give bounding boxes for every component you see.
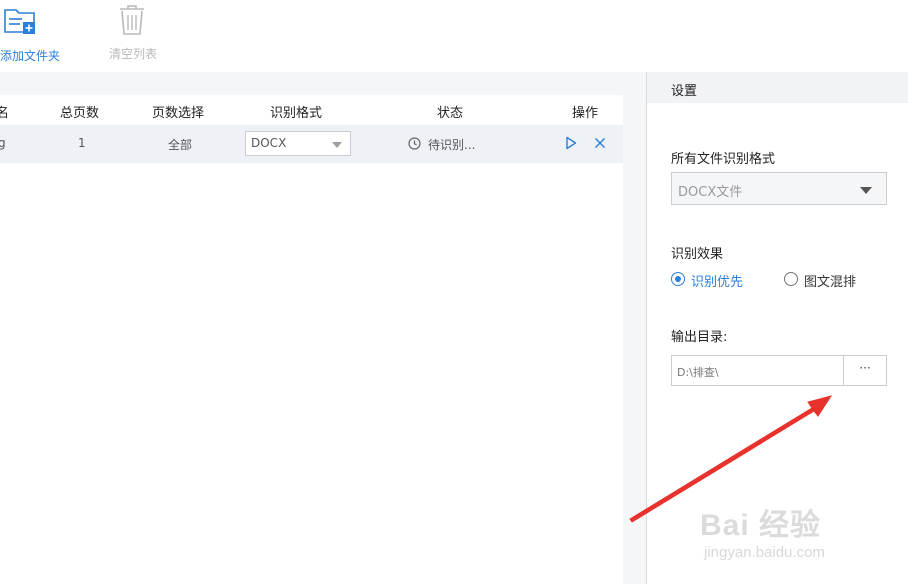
file-table: 名 总页数 页数选择 识别格式 状态 操作 g 1 全部 DOCX 待识别...: [0, 95, 623, 584]
browse-label: ···: [859, 361, 871, 375]
radio-dot: [671, 272, 685, 286]
format-select[interactable]: DOCX: [245, 131, 351, 156]
all-format-value: DOCX文件: [678, 185, 743, 200]
clear-list-label: 清空列表: [109, 47, 158, 61]
output-dir-label: 输出目录:: [671, 330, 728, 345]
effect-label: 识别效果: [671, 247, 724, 262]
header-format: 识别格式: [270, 106, 323, 121]
table-row: g 1 全部 DOCX 待识别...: [0, 125, 623, 163]
browse-button[interactable]: ···: [843, 355, 887, 386]
clear-list-button[interactable]: 清空列表: [100, 0, 166, 70]
radio-label: 识别优先: [691, 275, 744, 290]
folder-add-icon: [4, 6, 38, 40]
all-format-select[interactable]: DOCX文件: [671, 172, 887, 205]
close-icon[interactable]: [594, 136, 606, 154]
page-select-cell[interactable]: 全部: [168, 136, 192, 153]
settings-panel: 设置 所有文件识别格式 DOCX文件 识别效果 识别优先 图文混排 输出目录: …: [646, 72, 908, 584]
header-status: 状态: [437, 106, 464, 121]
table-header: 名 总页数 页数选择 识别格式 状态 操作: [0, 95, 623, 125]
trash-icon: [118, 4, 146, 40]
header-page-select: 页数选择: [152, 106, 205, 121]
settings-header: 设置: [647, 72, 908, 103]
file-list-panel: 名 总页数 页数选择 识别格式 状态 操作 g 1 全部 DOCX 待识别...: [0, 72, 646, 584]
radio-label: 图文混排: [804, 275, 857, 290]
radio-dot: [784, 272, 798, 286]
all-format-label: 所有文件识别格式: [671, 152, 776, 167]
header-actions: 操作: [572, 106, 599, 121]
play-icon[interactable]: [565, 136, 577, 154]
header-name: 名: [0, 106, 10, 121]
toolbar: 添加文件夹 清空列表: [0, 0, 646, 72]
total-pages-cell: 1: [78, 136, 86, 150]
add-folder-button[interactable]: 添加文件夹: [0, 0, 60, 70]
output-dir-input[interactable]: D:\排查\: [671, 355, 844, 386]
status-text: 待识别...: [428, 138, 476, 152]
format-select-value: DOCX: [251, 136, 287, 150]
caret-down-icon: [860, 187, 872, 194]
caret-down-icon: [332, 142, 342, 148]
add-folder-label: 添加文件夹: [0, 49, 61, 63]
output-dir-value: D:\排查\: [677, 366, 719, 379]
settings-title: 设置: [671, 84, 698, 99]
clock-icon: [408, 137, 421, 154]
header-total-pages: 总页数: [60, 106, 100, 121]
file-name-cell: g: [0, 136, 6, 150]
